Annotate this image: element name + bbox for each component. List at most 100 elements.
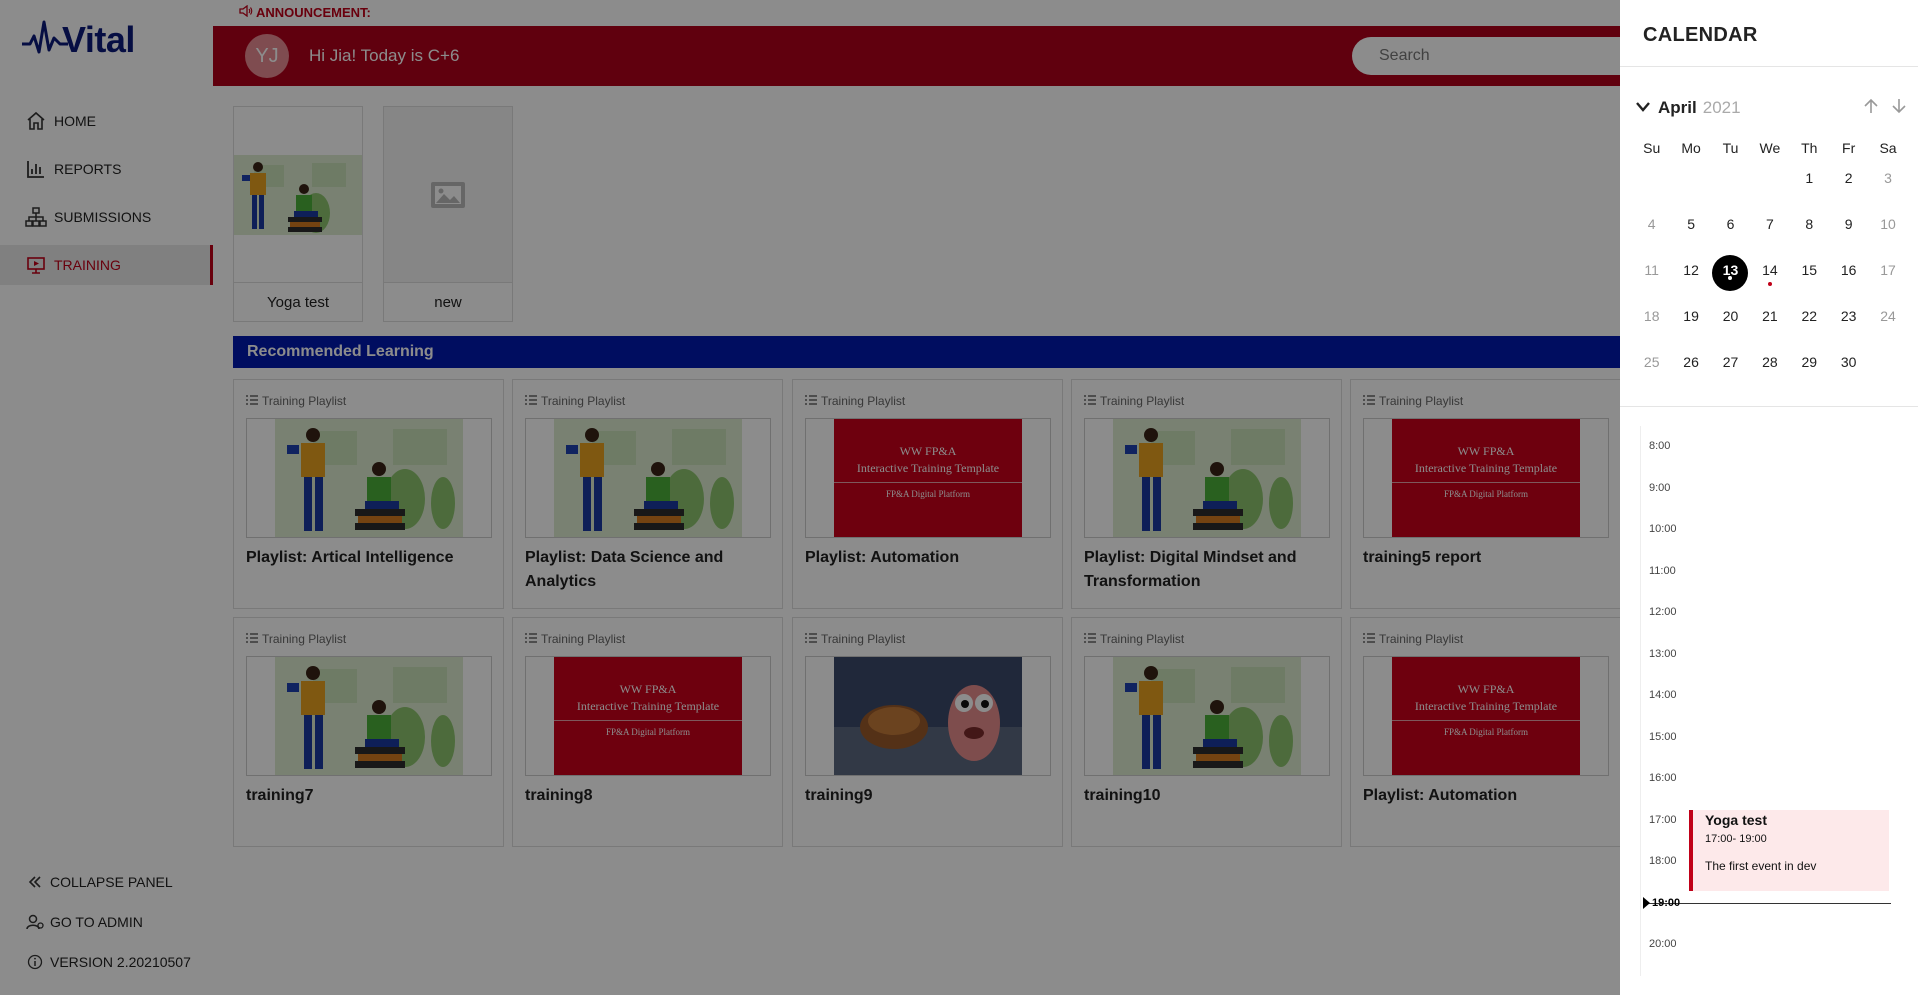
playlist-tag-label: Training Playlist [1100, 394, 1185, 408]
calendar-day[interactable]: 19 [1671, 306, 1710, 352]
day-number: 18 [1643, 308, 1660, 324]
admin-user-icon [25, 912, 45, 932]
search-input[interactable]: Search [1352, 37, 1652, 75]
template-divider [1392, 482, 1580, 483]
calendar-day[interactable]: 11 [1632, 260, 1671, 306]
day-number: 28 [1762, 354, 1778, 370]
training-playlist-card[interactable]: Training Playlist training9 [792, 617, 1063, 847]
nav-item-submissions[interactable]: SUBMISSIONS [0, 193, 213, 241]
calendar-day[interactable]: 30 [1829, 352, 1868, 398]
training-playlist-card[interactable]: Training Playlist Playlist: Artical Inte… [233, 379, 504, 609]
calendar-day[interactable]: 12 [1671, 260, 1710, 306]
divider [1620, 66, 1918, 67]
calendar-day[interactable]: 8 [1790, 214, 1829, 260]
day-number: 15 [1801, 262, 1818, 278]
section-title: Recommended Learning [247, 343, 434, 360]
fpa-template-image: WW FP&A Interactive Training Template FP&A… [1392, 419, 1580, 537]
day-number: 17 [1880, 262, 1896, 278]
day-number: 30 [1840, 354, 1857, 370]
training-playlist-card[interactable]: Training Playlist WW FP&A Interactive Trai… [792, 379, 1063, 609]
calendar-day[interactable]: 29 [1790, 352, 1829, 398]
training-playlist-card[interactable]: Training Playlist training7 [233, 617, 504, 847]
calendar-empty-cell [1671, 168, 1710, 214]
nav-item-home[interactable]: HOME [0, 97, 213, 145]
month-label[interactable]: April [1658, 98, 1697, 118]
day-number: 2 [1844, 170, 1853, 186]
training-playlist-card[interactable]: Training Playlist WW FP&A Interactive Trai… [1350, 379, 1621, 609]
day-number: 7 [1765, 216, 1774, 232]
training-playlist-card[interactable]: Training Playlist Playlist: Digital Mind… [1071, 379, 1342, 609]
calendar-day[interactable]: 4 [1632, 214, 1671, 260]
playlist-tag: Training Playlist [246, 632, 346, 646]
calendar-grid: 1 2 3 4 5 6 7 8 9 10 11 12 13 14 15 16 17 18 19 20 21 22 23 24 2… [1632, 168, 1908, 398]
calendar-day[interactable]: 20 [1711, 306, 1750, 352]
month-header: April 2021 [1636, 96, 1906, 120]
card-title: Playlist: Data Science and Analytics [525, 549, 724, 590]
card-thumbnail: WW FP&A Interactive Training Template FP&A… [1363, 418, 1609, 538]
day-timeline[interactable]: Yoga test 17:00- 19:00 The first event i… [1640, 426, 1918, 976]
calendar-day[interactable]: 6 [1711, 214, 1750, 260]
vital-logo[interactable]: Vital [22, 14, 135, 66]
hour-label: 8:00 [1649, 440, 1671, 452]
calendar-day[interactable]: 16 [1829, 260, 1868, 306]
card-thumbnail [525, 418, 771, 538]
year-label[interactable]: 2021 [1703, 98, 1741, 118]
calendar-day[interactable]: 21 [1750, 306, 1789, 352]
playlist-tag-label: Training Playlist [262, 394, 347, 408]
arrow-up-icon[interactable] [1864, 98, 1878, 119]
calendar-day[interactable]: 7 [1750, 214, 1789, 260]
training-card-new[interactable]: new [383, 106, 513, 322]
calendar-day[interactable]: 9 [1829, 214, 1868, 260]
calendar-day[interactable]: 3 [1868, 168, 1907, 214]
training-thumbnail [234, 107, 362, 283]
chevron-down-icon[interactable] [1636, 99, 1650, 117]
day-number: 13 [1712, 255, 1749, 291]
nav-item-training[interactable]: TRAINING [0, 245, 213, 285]
playlist-tag: Training Playlist [1084, 632, 1184, 646]
card-title: Playlist: Digital Mindset and Transforma… [1084, 549, 1297, 590]
calendar-empty-cell [1632, 168, 1671, 214]
logo-text: Vital [62, 19, 135, 60]
sidebar-footer: COLLAPSE PANEL GO TO ADMIN VERSION 2.202… [0, 862, 213, 982]
training-playlist-card[interactable]: Training Playlist Playlist: Data Science… [512, 379, 783, 609]
calendar-event[interactable]: Yoga test 17:00- 19:00 The first event i… [1689, 809, 1889, 891]
calendar-day[interactable]: 27 [1711, 352, 1750, 398]
list-icon [525, 632, 537, 646]
divider [1620, 406, 1918, 407]
calendar-day[interactable]: 10 [1868, 214, 1907, 260]
calendar-day[interactable]: 17 [1868, 260, 1907, 306]
calendar-day[interactable]: 24 [1868, 306, 1907, 352]
calendar-day[interactable]: 25 [1632, 352, 1671, 398]
greeting-text: Hi Jia! Today is C+6 [309, 46, 460, 65]
month-navigation [1864, 98, 1906, 119]
calendar-day[interactable]: 5 [1671, 214, 1710, 260]
avatar[interactable]: YJ [245, 34, 289, 78]
event-time: 17:00- 19:00 [1705, 832, 1767, 845]
training-playlist-card[interactable]: Training Playlist training10 [1071, 617, 1342, 847]
info-icon [25, 952, 45, 972]
training-card-yoga-test[interactable]: Yoga test [233, 106, 363, 322]
calendar-day[interactable]: 13 [1711, 255, 1750, 306]
calendar-day[interactable]: 26 [1671, 352, 1710, 398]
card-thumbnail [1084, 418, 1330, 538]
calendar-day[interactable]: 23 [1829, 306, 1868, 352]
calendar-day[interactable]: 18 [1632, 306, 1671, 352]
calendar-day[interactable]: 1 [1790, 168, 1829, 214]
calendar-day[interactable]: 28 [1750, 352, 1789, 398]
day-number: 25 [1643, 354, 1660, 370]
calendar-day[interactable]: 15 [1790, 260, 1829, 306]
training-playlist-card[interactable]: Training Playlist WW FP&A Interactive Trai… [1350, 617, 1621, 847]
go-to-admin-link[interactable]: GO TO ADMIN [0, 902, 213, 942]
home-icon [25, 110, 47, 132]
calendar-day[interactable]: 14 [1750, 260, 1789, 306]
training-playlist-card[interactable]: Training Playlist WW FP&A Interactive Trai… [512, 617, 783, 847]
day-number: 4 [1647, 216, 1656, 232]
reading-illustration [275, 419, 463, 537]
training-thumbnail [384, 107, 512, 283]
collapse-panel-button[interactable]: COLLAPSE PANEL [0, 862, 213, 902]
calendar-day[interactable]: 2 [1829, 168, 1868, 214]
calendar-day[interactable]: 22 [1790, 306, 1829, 352]
day-number: 20 [1722, 308, 1739, 324]
arrow-down-icon[interactable] [1892, 98, 1906, 119]
nav-item-reports[interactable]: REPORTS [0, 145, 213, 193]
